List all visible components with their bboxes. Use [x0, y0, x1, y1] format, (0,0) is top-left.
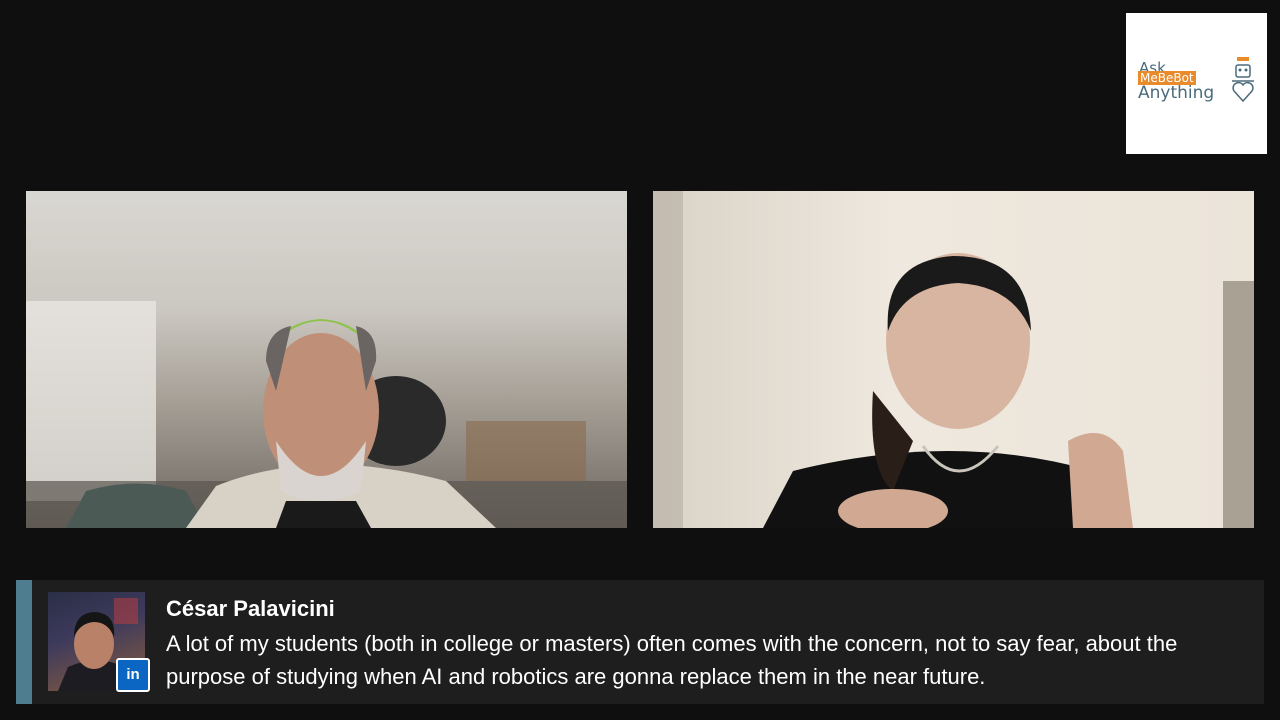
robot-heart-icon	[1232, 57, 1254, 103]
participant-video-right	[653, 191, 1254, 528]
linkedin-icon: in	[116, 658, 150, 692]
video-tile-right	[653, 191, 1254, 528]
brand-logo: Ask MeBeBot Anything	[1126, 13, 1267, 154]
comment-text: A lot of my students (both in college or…	[166, 631, 1178, 689]
banner-accent-bar	[16, 580, 32, 704]
participant-video-left	[26, 301, 627, 528]
video-tile-left	[26, 191, 627, 528]
logo-text-anything: Anything	[1138, 83, 1215, 103]
comment-author: César Palavicini	[166, 596, 335, 621]
